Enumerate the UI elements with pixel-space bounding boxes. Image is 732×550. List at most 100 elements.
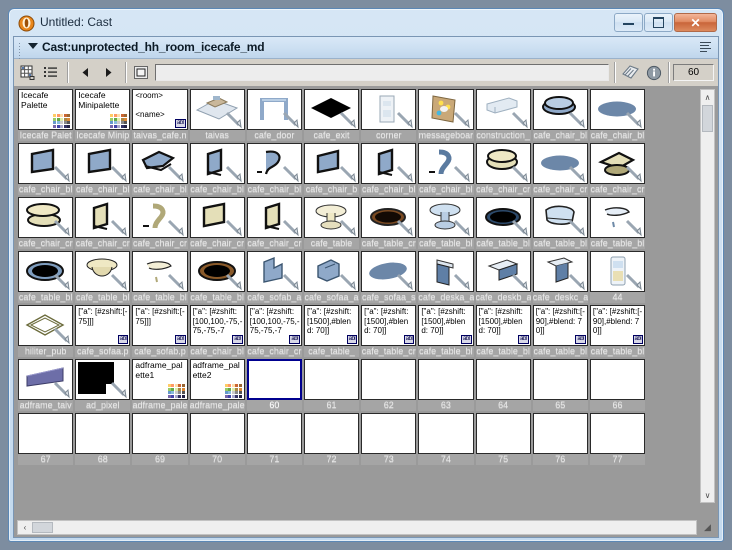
cast-member-cell[interactable]: ad_pixel xyxy=(75,359,131,411)
cast-member-thumbnail[interactable] xyxy=(75,197,131,238)
cast-member-thumbnail[interactable] xyxy=(18,413,74,454)
cast-member-thumbnail[interactable] xyxy=(189,143,245,184)
cast-member-thumbnail[interactable] xyxy=(18,305,74,346)
cast-member-type-icon[interactable] xyxy=(131,62,152,83)
cast-member-thumbnail[interactable] xyxy=(189,89,245,130)
cast-member-cell[interactable]: cafe_chair_cr xyxy=(246,197,302,249)
cast-member-cell[interactable]: Icecafe Palette Icecafe Palet xyxy=(18,89,74,141)
cast-member-thumbnail[interactable] xyxy=(418,413,474,454)
cast-member-thumbnail[interactable] xyxy=(132,413,188,454)
cast-member-cell[interactable]: cafe_chair_cr xyxy=(18,197,74,249)
cast-member-cell[interactable]: 72 xyxy=(303,413,360,465)
cast-member-cell[interactable]: 73 xyxy=(361,413,417,465)
cast-member-cell[interactable]: cafe_chair_cr xyxy=(75,197,131,249)
cast-member-cell[interactable]: adframe_palette1 adframe_pale xyxy=(132,359,188,411)
cast-member-cell[interactable]: adframe_palette2 adframe_pale xyxy=(189,359,245,411)
list-view-icon[interactable] xyxy=(40,62,61,83)
cast-member-thumbnail[interactable]: adframe_palette1 xyxy=(132,359,188,400)
cast-member-cell[interactable]: ["a": [#zshift:[-90],#blend: 70]] abl cafe… xyxy=(589,305,646,357)
cast-member-cell[interactable]: ["a": [#zshift:[100,100,-75,-75,-75,-7 ab… xyxy=(189,305,245,357)
cast-member-thumbnail[interactable] xyxy=(361,197,417,238)
cast-member-thumbnail[interactable] xyxy=(475,89,531,130)
cast-member-thumbnail[interactable]: ["a": [#zshift:[100,100,-75,-75,-75,-7 ab… xyxy=(189,305,245,346)
cast-member-cell[interactable]: cafe_chair_b xyxy=(303,143,360,195)
cast-member-thumbnail[interactable] xyxy=(75,359,131,400)
cast-member-thumbnail[interactable] xyxy=(418,359,474,400)
cast-member-cell[interactable]: 77 xyxy=(589,413,646,465)
cast-member-cell[interactable]: construction_ xyxy=(475,89,531,141)
cast-member-thumbnail[interactable]: <room> <name> abl xyxy=(132,89,188,130)
cast-member-cell[interactable]: 66 xyxy=(589,359,646,411)
cast-member-thumbnail[interactable] xyxy=(246,143,302,184)
cast-member-cell[interactable]: taivas xyxy=(189,89,245,141)
cast-member-cell[interactable]: 69 xyxy=(132,413,188,465)
next-cast-member-icon[interactable] xyxy=(98,62,119,83)
cast-member-thumbnail[interactable]: ["a": [#zshift:[1500],#blend: 70]] abl xyxy=(303,305,360,346)
cast-member-name-input[interactable] xyxy=(155,64,609,81)
cast-member-thumbnail[interactable]: ["a": [#zshift:[1500],#blend: 70]] abl xyxy=(361,305,417,346)
cast-member-thumbnail[interactable] xyxy=(246,413,302,454)
cast-member-thumbnail[interactable] xyxy=(418,251,474,292)
cast-member-cell[interactable]: 63 xyxy=(418,359,474,411)
cast-member-thumbnail[interactable] xyxy=(418,197,474,238)
cast-member-cell[interactable]: cafe_chair_bl xyxy=(189,143,245,195)
cast-member-cell[interactable]: cafe_chair_bl xyxy=(132,143,188,195)
cast-member-thumbnail[interactable] xyxy=(75,413,131,454)
cast-member-cell[interactable]: 64 xyxy=(475,359,531,411)
cast-member-thumbnail[interactable] xyxy=(418,89,474,130)
panel-menu-icon[interactable] xyxy=(700,42,712,53)
cast-member-cell[interactable]: cafe_sofab_a xyxy=(246,251,302,303)
chevron-down-icon[interactable] xyxy=(28,43,38,49)
cast-member-cell[interactable]: 61 xyxy=(303,359,360,411)
cast-member-thumbnail[interactable] xyxy=(18,251,74,292)
cast-member-cell[interactable]: 71 xyxy=(246,413,302,465)
cast-member-cell[interactable]: cafe_table_bl xyxy=(75,251,131,303)
cast-member-thumbnail[interactable] xyxy=(361,413,417,454)
cast-member-cell[interactable]: cafe_chair_bl xyxy=(361,143,417,195)
cast-member-thumbnail[interactable] xyxy=(532,359,588,400)
cast-member-cell[interactable]: 76 xyxy=(532,413,588,465)
cast-member-thumbnail[interactable] xyxy=(303,89,360,130)
horizontal-scrollbar[interactable]: ‹ xyxy=(17,520,697,535)
cast-member-thumbnail[interactable] xyxy=(303,413,360,454)
cast-member-cell[interactable]: ["a": [#zshift:[1500],#blend: 70]] abl caf… xyxy=(418,305,474,357)
cast-member-thumbnail[interactable] xyxy=(532,197,588,238)
cast-member-thumbnail[interactable] xyxy=(361,251,417,292)
cast-member-thumbnail[interactable]: Icecafe Minipalette xyxy=(75,89,131,130)
thumbnail-view-icon[interactable] xyxy=(17,62,38,83)
cast-member-cell[interactable]: 44 xyxy=(589,251,646,303)
cast-member-cell[interactable]: cafe_table_bl xyxy=(132,251,188,303)
cast-member-grid[interactable]: Icecafe Palette Icecafe Palet Icecafe Mini… xyxy=(17,89,685,503)
cast-member-thumbnail[interactable] xyxy=(475,251,531,292)
cast-member-cell[interactable]: ["a": [#zshift:[100,100,-75,-75,-75,-7 ab… xyxy=(246,305,302,357)
cast-member-thumbnail[interactable] xyxy=(589,413,646,454)
cast-member-cell[interactable]: cafe_chair_bl xyxy=(532,89,588,141)
cast-member-cell[interactable]: corner xyxy=(361,89,417,141)
cast-member-cell[interactable]: cafe_table_bl xyxy=(18,251,74,303)
cast-member-number-field[interactable]: 60 xyxy=(673,64,714,81)
cast-member-cell[interactable]: cafe_table_cr xyxy=(361,197,417,249)
cast-member-thumbnail[interactable]: Icecafe Palette xyxy=(18,89,74,130)
cast-member-thumbnail[interactable]: ["a": [#zshift:[100,100,-75,-75,-75,-7 ab… xyxy=(246,305,302,346)
cast-member-cell[interactable]: 60 xyxy=(246,359,302,411)
cast-member-cell[interactable]: 70 xyxy=(189,413,245,465)
cast-member-cell[interactable]: cafe_chair_cr xyxy=(589,143,646,195)
cast-member-thumbnail[interactable] xyxy=(532,251,588,292)
cast-member-thumbnail[interactable] xyxy=(303,251,360,292)
cast-member-thumbnail[interactable] xyxy=(303,197,360,238)
cast-member-thumbnail[interactable] xyxy=(75,251,131,292)
cast-member-cell[interactable]: cafe_chair_cr xyxy=(189,197,245,249)
cast-member-thumbnail[interactable] xyxy=(303,359,360,400)
cast-member-thumbnail[interactable] xyxy=(418,143,474,184)
horizontal-scroll-thumb[interactable] xyxy=(32,522,53,533)
cast-member-thumbnail[interactable] xyxy=(361,359,417,400)
cast-member-cell[interactable]: cafe_table xyxy=(303,197,360,249)
cast-member-thumbnail[interactable] xyxy=(532,413,588,454)
cast-member-cell[interactable]: cafe_chair_bl xyxy=(18,143,74,195)
cast-member-cell[interactable]: cafe_table_bl xyxy=(475,197,531,249)
cast-member-cell[interactable]: cafe_chair_bl xyxy=(418,143,474,195)
cast-member-cell[interactable]: ["a": [#zshift:[1500],#blend: 70]] abl caf… xyxy=(361,305,417,357)
cast-member-thumbnail[interactable] xyxy=(589,251,646,292)
cast-member-thumbnail[interactable]: ["a": [#zshift:[1500],#blend: 70]] abl xyxy=(418,305,474,346)
cast-member-cell[interactable]: 65 xyxy=(532,359,588,411)
